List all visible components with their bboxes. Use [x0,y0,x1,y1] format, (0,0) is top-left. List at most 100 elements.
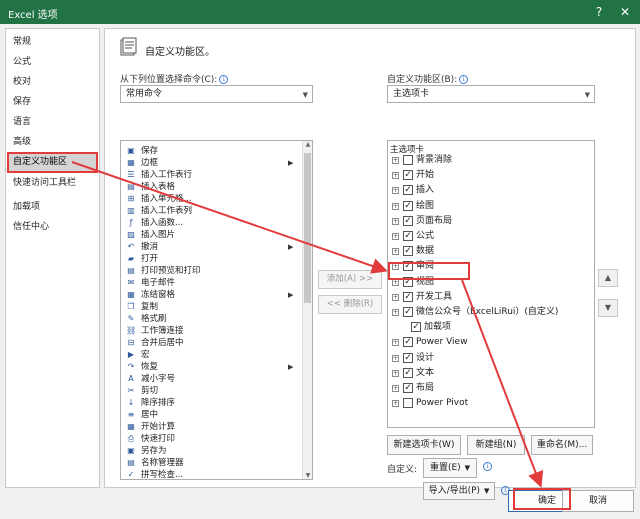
save-icon: ▣ [127,146,135,155]
choose-commands-label: 从下列位置选择命令(C): i [120,72,229,85]
nav-item-advanced[interactable]: 高级 [8,133,98,152]
command-label: 复制 [141,302,159,312]
tab-checkbox[interactable] [403,155,413,165]
scroll-down-icon[interactable]: ▼ [303,472,312,479]
expand-icon[interactable]: + [392,309,399,316]
tab-checkbox[interactable]: ✓ [411,322,421,333]
import-export-label: 导入/导出(P) [428,486,481,496]
tab-checkbox[interactable]: ✓ [403,337,413,348]
nav-item-formulas[interactable]: 公式 [8,53,98,72]
command-label: 快速打印 [141,434,176,444]
expand-icon[interactable]: + [392,369,399,377]
command-label: 冻结窗格 [141,290,176,300]
rename-button[interactable]: 重命名(M)... [531,435,593,455]
ribbon-tab-label: 设计 [416,352,435,363]
command-label: 减小字号 [141,374,176,384]
expand-icon[interactable]: + [392,339,399,347]
tab-checkbox[interactable]: ✓ [403,352,413,363]
insert-table-icon: ▤ [127,182,135,191]
tab-checkbox[interactable]: ✓ [403,200,413,211]
ribbon-tabs-tree[interactable]: 主选项卡 + 背景消除 + ✓ 开始 + ✓ 插入 + ✓ 绘图 + ✓ 页面布局 + ✓ 公式 + ✓ 数据 + ✓ 审阅… [387,140,595,428]
title-bar: Excel 选项 ? ✕ [0,0,640,24]
nav-item-save[interactable]: 保存 [8,93,98,112]
nav-item-add-ins[interactable]: 加载项 [8,198,98,217]
expand-icon[interactable]: + [392,354,399,362]
insert-column-icon: ▥ [127,206,135,215]
nav-item-proofing[interactable]: 校对 [8,73,98,92]
nav-item-general[interactable]: 常规 [8,33,98,52]
tab-checkbox[interactable] [403,398,413,409]
expand-icon[interactable]: + [392,217,399,225]
commands-scrollbar[interactable]: ▲ ▼ [302,141,312,479]
help-button[interactable]: ? [588,2,610,22]
cancel-button[interactable]: 取消 [562,490,634,512]
tab-checkbox[interactable]: ✓ [403,246,413,257]
tab-checkbox[interactable]: ✓ [403,383,413,393]
command-label: 插入单元格... [141,194,192,204]
import-export-button[interactable]: 导入/导出(P) ▼ [423,482,495,500]
expand-icon[interactable]: + [392,172,399,180]
center-icon: ≡ [127,410,135,419]
expand-icon[interactable]: + [392,400,399,408]
quick-print-icon: ⎙ [127,434,135,443]
nav-item-trust-center[interactable]: 信任中心 [8,218,98,237]
nav-item-quick-access-toolbar[interactable]: 快速访问工具栏 [8,174,98,193]
scroll-thumb[interactable] [304,153,311,303]
add-button[interactable]: 添加(A) >> [318,270,382,289]
command-label: 保存 [141,146,159,156]
chevron-down-icon: ▼ [302,91,308,99]
picture-icon: ▨ [127,230,135,239]
reset-button[interactable]: 重置(E) ▼ [423,458,477,478]
command-label: 电子邮件 [141,278,176,288]
tab-checkbox[interactable]: ✓ [403,307,413,317]
arrow-up-icon: ▲ [604,273,612,282]
annotation-box-nav [7,152,98,173]
ribbon-tab-label: 开始 [416,170,435,181]
tab-checkbox[interactable]: ✓ [403,231,413,241]
ribbon-tab-label: 页面布局 [416,215,453,226]
ribbon-tab-label: 布局 [416,383,435,393]
close-button[interactable]: ✕ [614,2,636,22]
move-down-button[interactable]: ▼ [598,299,618,317]
command-label: 剪切 [141,386,159,396]
command-label: 格式刷 [141,314,167,324]
sort-desc-icon: ↓ [127,398,135,407]
command-label: 工作簿连接 [141,326,184,336]
commands-list[interactable]: ▲ ▼ ▣ 保存 ▦ 边框 ▶ ☰ 插入工作表行 ▤ 插入表格 ⊞ 插入单元格... ▥ 插入工作表列 ƒ… [120,140,313,480]
expand-icon[interactable]: + [392,248,399,256]
tab-checkbox[interactable]: ✓ [403,170,413,181]
save-as-icon: ▣ [127,446,135,455]
ribbon-tab-label: 加载项 [424,322,452,333]
insert-row-icon: ☰ [127,170,135,179]
open-folder-icon: ▰ [127,254,135,263]
choose-commands-select[interactable]: 常用命令 ▼ [120,85,313,103]
expand-icon[interactable]: + [392,293,399,301]
expand-icon[interactable]: + [392,187,399,195]
nav-item-language[interactable]: 语言 [8,113,98,132]
ribbon-tab-label: 公式 [416,231,435,241]
command-label: 插入表格 [141,182,176,192]
calculate-icon: ▦ [127,422,135,431]
ribbon-tab-label: Power Pivot [416,398,469,409]
remove-button[interactable]: << 删除(R) [318,295,382,314]
ribbon-tab-label: 插入 [416,185,435,196]
chevron-down-icon: ▼ [584,91,590,99]
tab-checkbox[interactable]: ✓ [403,367,413,378]
chevron-down-icon: ▼ [484,487,490,495]
info-icon: i [219,75,229,84]
tab-checkbox[interactable]: ✓ [403,185,413,196]
tab-checkbox[interactable]: ✓ [403,215,413,226]
move-up-button[interactable]: ▲ [598,269,618,287]
tab-checkbox[interactable]: ✓ [403,291,413,302]
border-icon: ▦ [127,158,135,167]
scroll-up-icon[interactable]: ▲ [303,141,312,148]
customize-ribbon-panel: 自定义功能区。 从下列位置选择命令(C): i 常用命令 ▼ ▲ ▼ ▣ 保存 ▦ 边框… [104,28,636,500]
new-tab-button[interactable]: 新建选项卡(W) [387,435,461,455]
reset-label: 重置(E) [429,463,461,473]
ribbon-tabs-select[interactable]: 主选项卡 ▼ [387,85,595,103]
expand-icon[interactable]: + [392,202,399,210]
new-group-button[interactable]: 新建组(N) [467,435,525,455]
expand-icon[interactable]: + [392,385,399,392]
expand-icon[interactable]: + [392,157,399,164]
expand-icon[interactable]: + [392,233,399,240]
